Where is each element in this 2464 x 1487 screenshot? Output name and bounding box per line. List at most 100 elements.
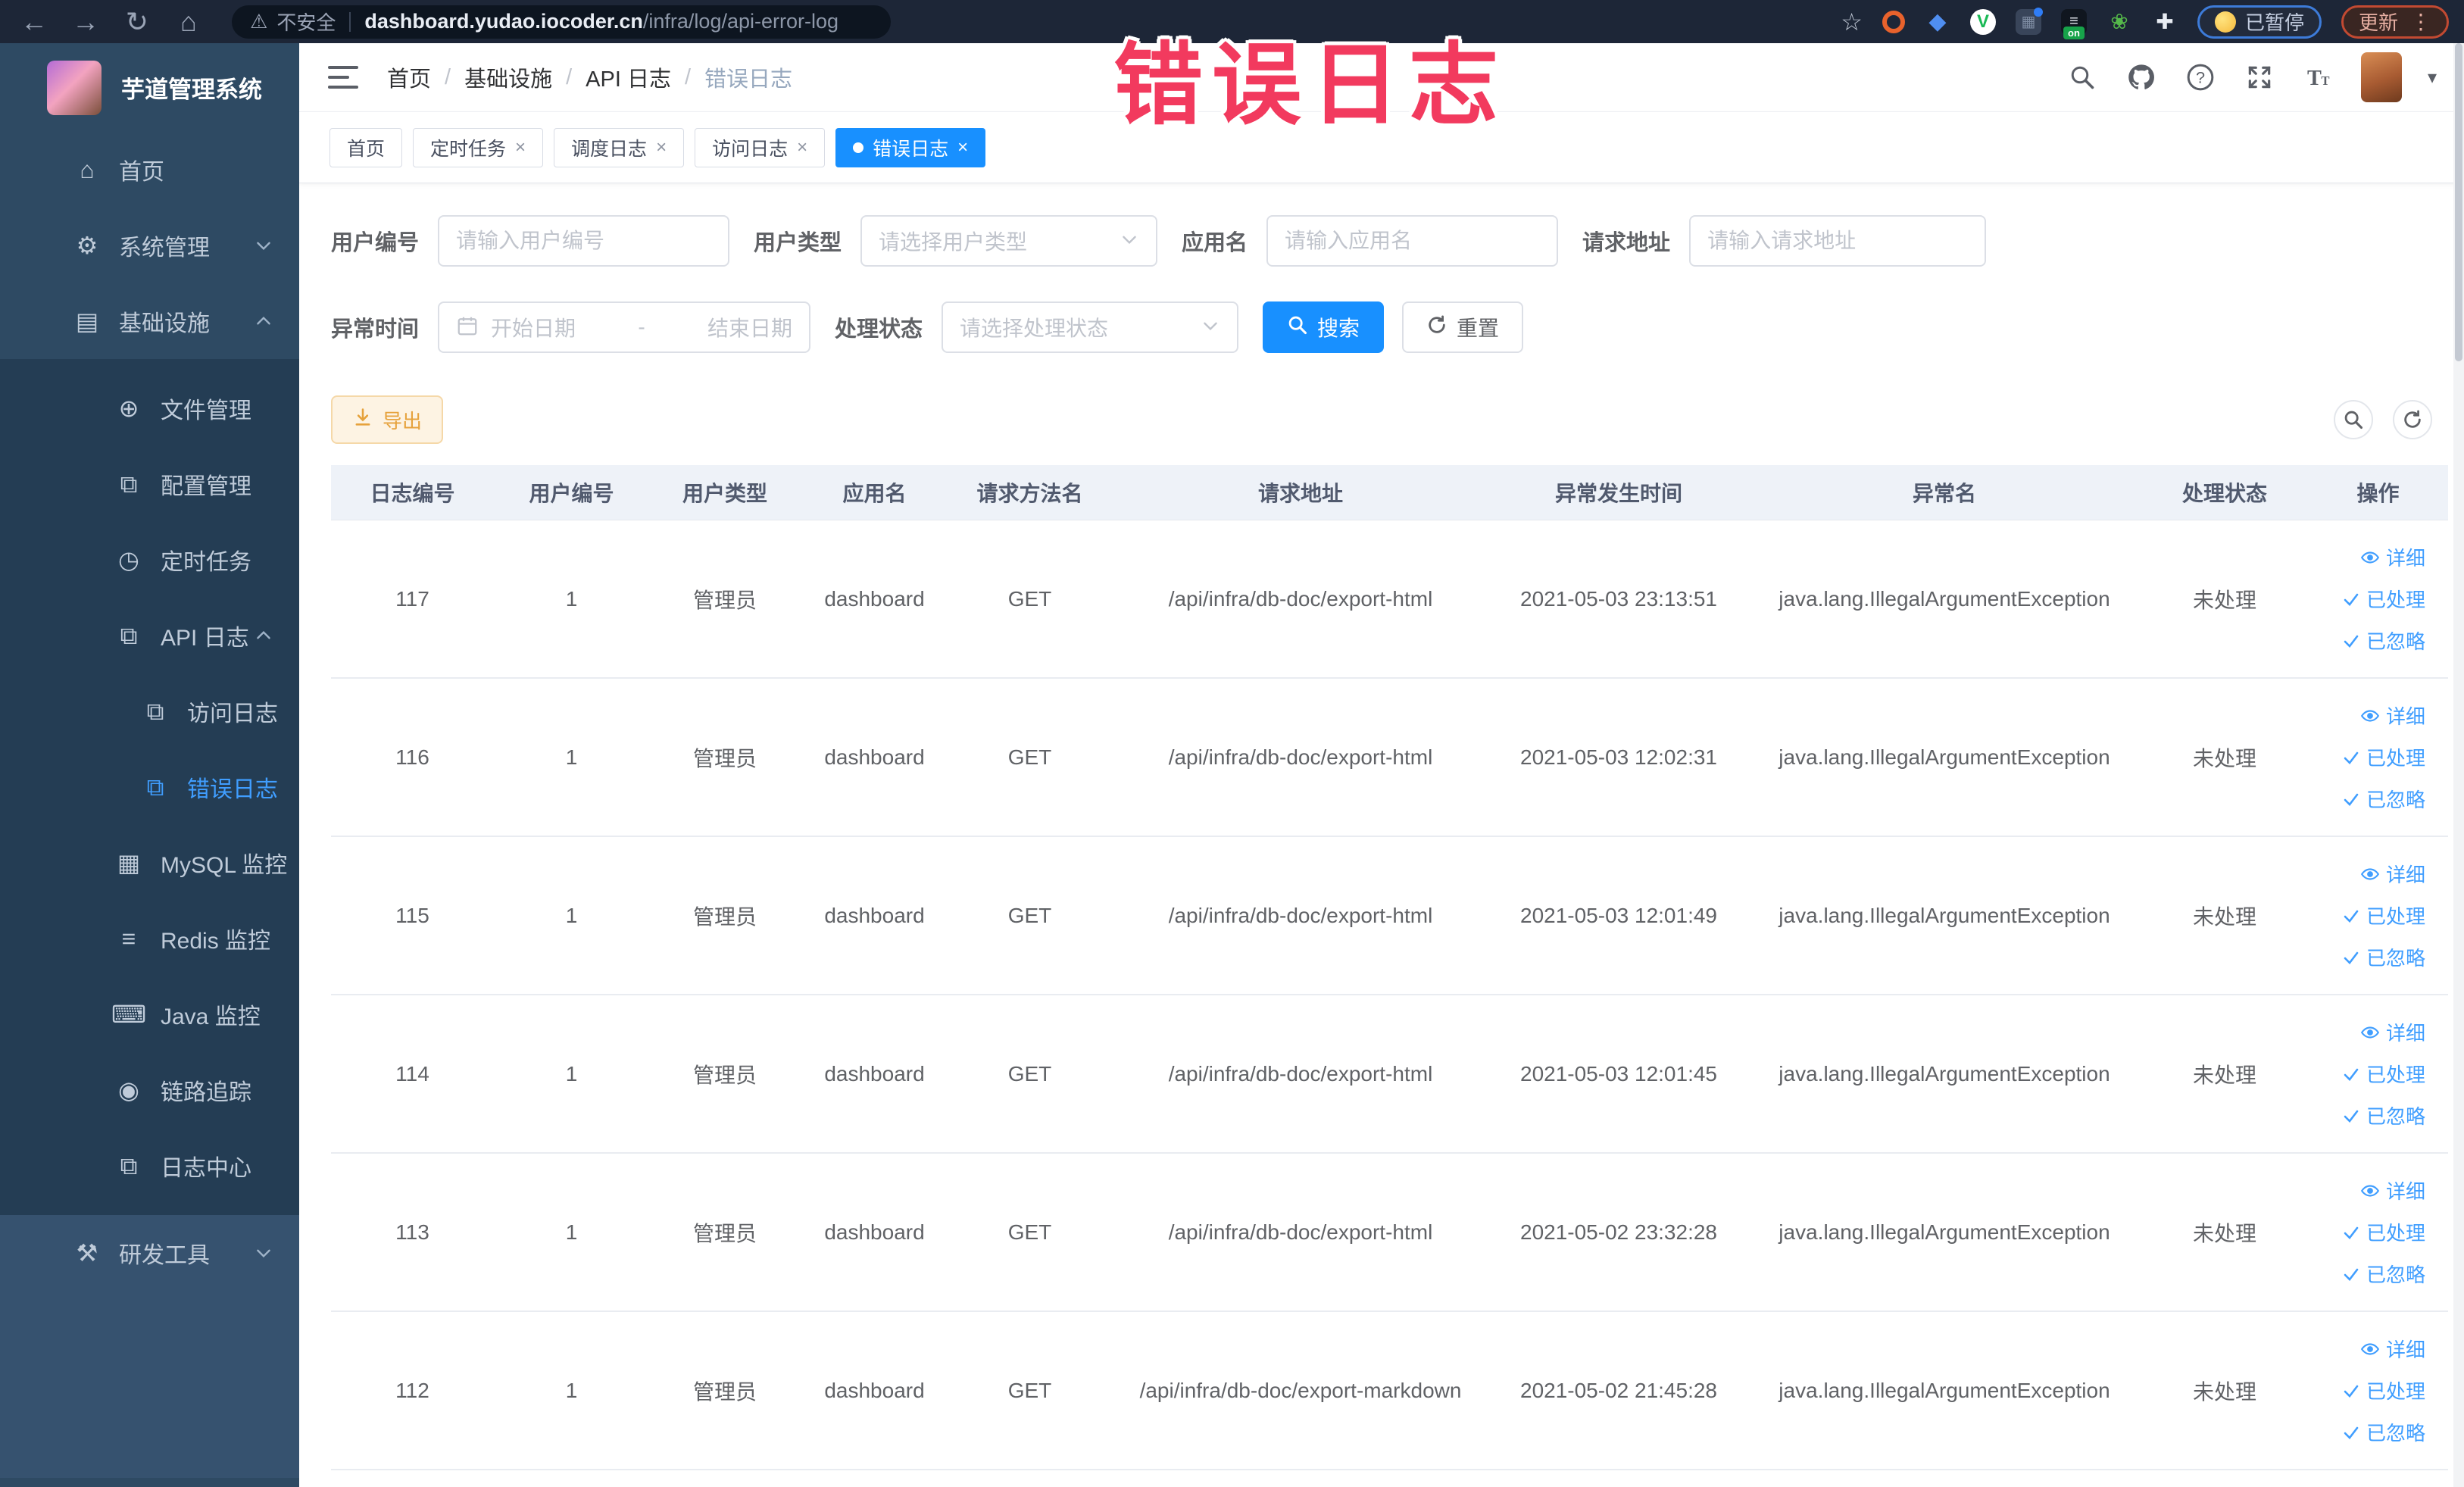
sidebar-item-scheduled-jobs[interactable]: ◷ 定时任务 bbox=[0, 522, 299, 598]
download-icon bbox=[352, 407, 373, 433]
extension-grid-icon[interactable]: ▦ bbox=[2015, 7, 2043, 35]
caret-down-icon[interactable]: ▾ bbox=[2428, 67, 2437, 89]
detail-link[interactable]: 详细 bbox=[2360, 860, 2425, 888]
app-logo-row[interactable]: 芋道管理系统 bbox=[0, 43, 299, 132]
sidebar-item-system-management[interactable]: ⚙ 系统管理 bbox=[0, 208, 299, 283]
check-icon bbox=[2342, 1265, 2360, 1283]
tab-job-log[interactable]: 调度日志 × bbox=[554, 127, 685, 167]
sidebar-item-redis-monitor[interactable]: ≡ Redis 监控 bbox=[0, 901, 299, 976]
refresh-table-button[interactable] bbox=[2393, 400, 2432, 439]
check-icon bbox=[2342, 1423, 2360, 1442]
tab-error-log[interactable]: 错误日志 × bbox=[835, 127, 986, 167]
font-size-icon[interactable]: TT bbox=[2302, 61, 2335, 94]
reset-button[interactable]: 重置 bbox=[1402, 301, 1524, 353]
sidebar-item-dev-tools[interactable]: ⚒ 研发工具 bbox=[0, 1215, 299, 1291]
field-label: 用户类型 bbox=[754, 231, 842, 255]
extension-orange-icon[interactable] bbox=[1882, 10, 1905, 33]
detail-link[interactable]: 详细 bbox=[2360, 1335, 2425, 1363]
dev-tools-icon: ⚒ bbox=[76, 1239, 98, 1267]
mark-ignored-link[interactable]: 已忽略 bbox=[2342, 1418, 2425, 1446]
sidebar-item-config-management[interactable]: ⧉ 配置管理 bbox=[0, 446, 299, 522]
sidebar-item-infrastructure[interactable]: ▤ 基础设施 bbox=[0, 283, 299, 359]
breadcrumb-item[interactable]: API 日志 bbox=[586, 61, 671, 93]
scrollbar-thumb[interactable] bbox=[2455, 43, 2462, 361]
cell-user-type: 管理员 bbox=[692, 1221, 757, 1245]
hamburger-icon[interactable] bbox=[328, 66, 358, 89]
detail-link[interactable]: 详细 bbox=[2360, 1018, 2425, 1046]
cell-status: 未处理 bbox=[2192, 1063, 2256, 1087]
mark-ignored-link[interactable]: 已忽略 bbox=[2342, 1260, 2425, 1288]
sidebar-item-label: 配置管理 bbox=[161, 474, 251, 499]
mark-processed-link[interactable]: 已处理 bbox=[2342, 585, 2425, 613]
user-avatar[interactable] bbox=[2360, 52, 2402, 102]
app-name-input[interactable] bbox=[1285, 229, 1541, 253]
check-icon bbox=[2342, 1382, 2360, 1400]
user-id-input[interactable] bbox=[456, 229, 712, 253]
cell-method: GET bbox=[1007, 586, 1052, 611]
breadcrumb-item[interactable]: 首页 bbox=[387, 61, 431, 93]
sidebar-item-access-log[interactable]: ⧉ 访问日志 bbox=[0, 673, 299, 749]
search-button[interactable]: 搜索 bbox=[1263, 301, 1385, 353]
home-icon[interactable]: ⌂ bbox=[171, 6, 206, 38]
detail-link[interactable]: 详细 bbox=[2360, 1176, 2425, 1204]
address-bar[interactable]: ⚠ 不安全 dashboard.yudao.iocoder.cn /infra/… bbox=[232, 5, 891, 39]
column-header: 操作 bbox=[2356, 482, 2400, 505]
sidebar-item-java-monitor[interactable]: ⌨ Java 监控 bbox=[0, 976, 299, 1052]
forward-icon[interactable]: → bbox=[68, 6, 103, 38]
close-icon[interactable]: × bbox=[957, 137, 968, 158]
search-icon[interactable] bbox=[2066, 61, 2099, 94]
fullscreen-icon[interactable] bbox=[2243, 61, 2276, 94]
toggle-search-button[interactable] bbox=[2334, 400, 2373, 439]
update-badge[interactable]: 更新 ⋮ bbox=[2341, 5, 2449, 39]
breadcrumb-item[interactable]: 基础设施 bbox=[464, 61, 552, 93]
mark-processed-link[interactable]: 已处理 bbox=[2342, 1060, 2425, 1088]
help-icon[interactable]: ? bbox=[2184, 61, 2217, 94]
mark-ignored-link[interactable]: 已忽略 bbox=[2342, 1101, 2425, 1129]
back-icon[interactable]: ← bbox=[17, 6, 52, 38]
github-icon[interactable] bbox=[2125, 61, 2158, 94]
sidebar-item-file-management[interactable]: ⊕ 文件管理 bbox=[0, 370, 299, 446]
extension-shield-icon[interactable]: ◆ bbox=[1925, 9, 1950, 35]
browser-menu-icon[interactable]: ⋮ bbox=[2410, 9, 2431, 34]
process-status-select[interactable]: 请选择处理状态 bbox=[942, 301, 1239, 353]
request-url-input[interactable] bbox=[1707, 229, 1969, 253]
cell-log-id: 117 bbox=[395, 586, 429, 611]
sidebar-item-mysql-monitor[interactable]: ▦ MySQL 监控 bbox=[0, 825, 299, 901]
mark-processed-link[interactable]: 已处理 bbox=[2342, 901, 2425, 929]
sidebar-item-api-log[interactable]: ⧉ API 日志 bbox=[0, 598, 299, 673]
mark-processed-link[interactable]: 已处理 bbox=[2342, 743, 2425, 771]
home-icon: ⌂ bbox=[80, 156, 95, 183]
paused-badge[interactable]: 已暂停 bbox=[2197, 5, 2322, 39]
extension-on-icon[interactable]: ≡ on bbox=[2060, 8, 2087, 39]
mark-ignored-link[interactable]: 已忽略 bbox=[2342, 943, 2425, 971]
sidebar-item-error-log[interactable]: ⧉ 错误日志 bbox=[0, 749, 299, 825]
extension-leaf-icon[interactable]: ❀ bbox=[2106, 9, 2132, 35]
bookmark-star-icon[interactable]: ☆ bbox=[1841, 8, 1863, 36]
tab-job[interactable]: 定时任务 × bbox=[413, 127, 544, 167]
close-icon[interactable]: × bbox=[515, 137, 526, 158]
detail-link[interactable]: 详细 bbox=[2360, 543, 2425, 571]
mark-processed-link[interactable]: 已处理 bbox=[2342, 1376, 2425, 1404]
date-range-picker[interactable]: 开始日期 - 结束日期 bbox=[438, 301, 811, 353]
extensions-puzzle-icon[interactable]: ✚ bbox=[2152, 9, 2178, 35]
reload-icon[interactable]: ↻ bbox=[120, 6, 155, 38]
export-button[interactable]: 导出 bbox=[331, 395, 444, 444]
tab-access-log[interactable]: 访问日志 × bbox=[695, 127, 826, 167]
mark-ignored-link[interactable]: 已忽略 bbox=[2342, 626, 2425, 654]
table-row: 117 1 管理员 dashboard GET/api/infra/db-doc/exp… bbox=[331, 520, 2448, 679]
detail-link[interactable]: 详细 bbox=[2360, 701, 2425, 729]
sidebar-item-log-center[interactable]: ⧉ 日志中心 bbox=[0, 1128, 299, 1204]
cell-exception-name: java.lang.IllegalArgumentException bbox=[1779, 1220, 2110, 1244]
table-row: 114 1 管理员 dashboard GET/api/infra/db-doc/exp… bbox=[331, 995, 2448, 1154]
mark-processed-link[interactable]: 已处理 bbox=[2342, 1218, 2425, 1246]
tab-home[interactable]: 首页 bbox=[329, 127, 403, 167]
user-type-select[interactable]: 请选择用户类型 bbox=[860, 215, 1158, 267]
close-icon[interactable]: × bbox=[797, 137, 807, 158]
sidebar-item-home[interactable]: ⌂ 首页 bbox=[0, 132, 299, 208]
sidebar-item-label: 链路追踪 bbox=[161, 1080, 251, 1105]
sidebar-item-trace[interactable]: ◉ 链路追踪 bbox=[0, 1052, 299, 1128]
scrollbar[interactable] bbox=[2453, 43, 2464, 1487]
close-icon[interactable]: × bbox=[656, 137, 667, 158]
extension-v-icon[interactable]: V bbox=[1969, 8, 1996, 35]
mark-ignored-link[interactable]: 已忽略 bbox=[2342, 785, 2425, 813]
